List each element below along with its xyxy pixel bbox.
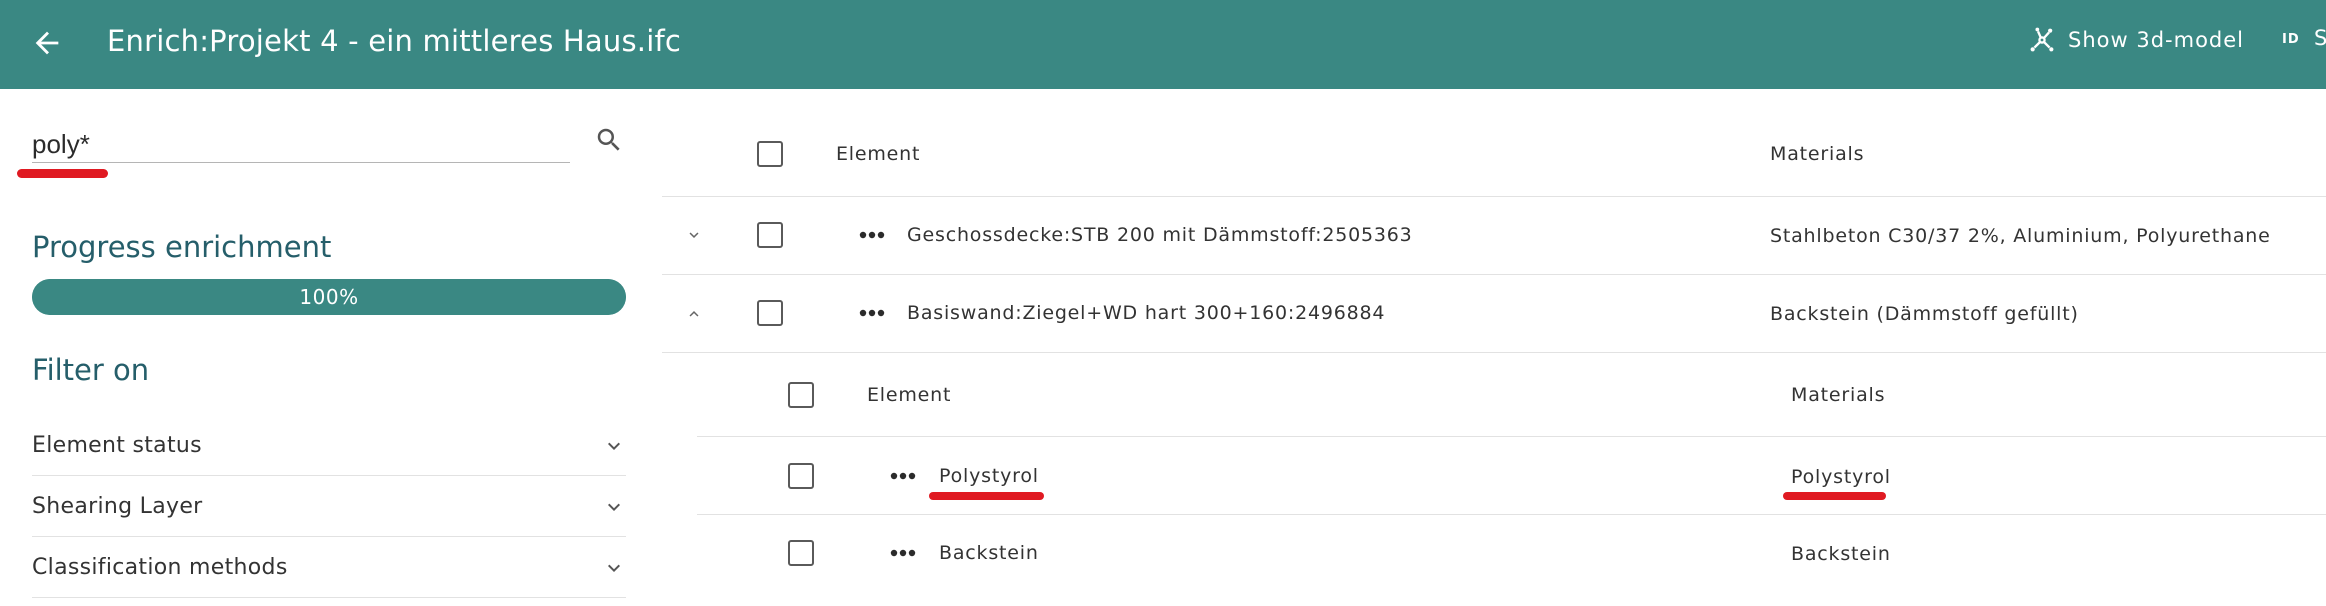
sub-row-checkbox[interactable]	[788, 463, 814, 489]
sub-row-element-name: Polystyrol	[939, 465, 1039, 487]
filter-label: Shearing Layer	[32, 494, 203, 519]
3d-model-icon	[2030, 27, 2054, 52]
show-3d-model-button[interactable]: Show 3d-model	[2028, 26, 2244, 54]
divider	[697, 436, 2326, 437]
id-button-label: S	[2314, 26, 2326, 50]
sub-column-header-element: Element	[867, 384, 952, 406]
left-panel: Progress enrichment 100% Filter on Eleme…	[0, 89, 660, 606]
row-element-name: Geschossdecke:STB 200 mit Dämmstoff:2505…	[907, 224, 1413, 246]
filter-shearing-layer[interactable]: Shearing Layer	[32, 477, 626, 537]
search-highlight-mark	[17, 169, 108, 178]
column-header-materials: Materials	[1770, 143, 1865, 165]
divider	[662, 352, 2326, 353]
more-options-icon[interactable]	[890, 472, 916, 480]
more-options-icon[interactable]	[890, 549, 916, 557]
row-checkbox[interactable]	[757, 222, 783, 248]
filter-element-status[interactable]: Element status	[32, 416, 626, 476]
search-icon[interactable]	[594, 125, 624, 155]
row-element-name: Basiswand:Ziegel+WD hart 300+160:2496884	[907, 302, 1386, 324]
element-highlight-mark	[929, 492, 1044, 500]
back-arrow-icon[interactable]	[30, 26, 64, 60]
sub-row-materials: Backstein	[1791, 543, 1891, 565]
divider	[662, 196, 2326, 197]
id-button[interactable]: ID S	[2282, 26, 2326, 50]
id-icon: ID	[2282, 32, 2300, 47]
row-checkbox[interactable]	[757, 300, 783, 326]
chevron-down-icon	[608, 442, 620, 450]
search-input[interactable]	[32, 127, 570, 163]
sub-select-all-checkbox[interactable]	[788, 382, 814, 408]
filter-label: Element status	[32, 433, 202, 458]
svg-text:ID: ID	[2282, 32, 2300, 47]
filter-label: Classification methods	[32, 555, 288, 580]
materials-highlight-mark	[1783, 492, 1886, 500]
sub-column-header-materials: Materials	[1791, 384, 1886, 406]
chevron-down-icon	[608, 564, 620, 572]
divider	[662, 274, 2326, 275]
select-all-checkbox[interactable]	[757, 141, 783, 167]
filter-classification-methods[interactable]: Classification methods	[32, 538, 626, 598]
chevron-down-icon	[608, 503, 620, 511]
chevron-down-icon[interactable]	[685, 226, 703, 244]
row-materials: Stahlbeton C30/37 2%, Aluminium, Polyure…	[1770, 225, 2271, 247]
progress-bar: 100%	[32, 279, 626, 315]
row-materials: Backstein (Dämmstoff gefüllt)	[1770, 303, 2079, 325]
sub-row-materials: Polystyrol	[1791, 466, 1891, 488]
progress-text: 100%	[299, 285, 359, 309]
sub-row-checkbox[interactable]	[788, 540, 814, 566]
filter-title: Filter on	[32, 353, 150, 387]
divider	[697, 514, 2326, 515]
chevron-up-icon[interactable]	[685, 305, 703, 323]
page-title: Enrich:Projekt 4 - ein mittleres Haus.if…	[107, 24, 682, 58]
app-header: Enrich:Projekt 4 - ein mittleres Haus.if…	[0, 0, 2326, 89]
sub-row-element-name: Backstein	[939, 542, 1039, 564]
column-header-element: Element	[836, 143, 921, 165]
more-options-icon[interactable]	[859, 231, 885, 239]
more-options-icon[interactable]	[859, 309, 885, 317]
progress-title: Progress enrichment	[32, 230, 332, 264]
show-3d-model-label: Show 3d-model	[2068, 28, 2244, 52]
